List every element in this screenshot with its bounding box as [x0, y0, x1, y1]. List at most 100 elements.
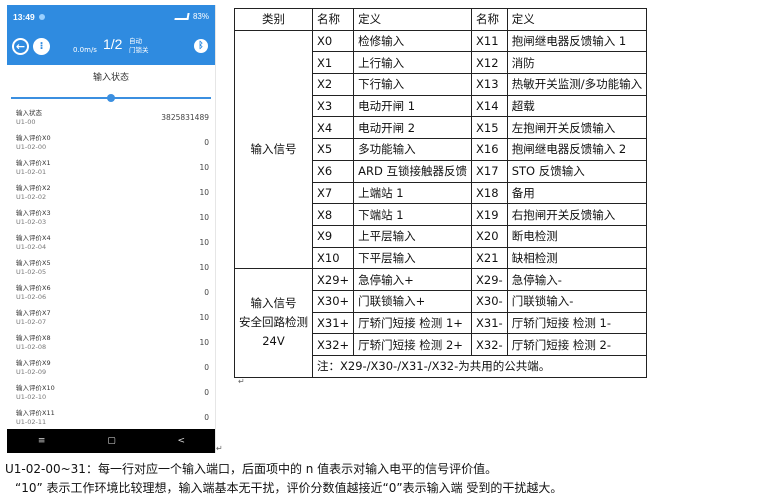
list-item[interactable]: 输入评价X2 U1-02-02 10: [7, 180, 215, 205]
floor-indicator: 1/2: [103, 36, 123, 52]
item-value: 10: [199, 213, 209, 222]
item-label: 输入评价X5: [16, 259, 51, 267]
item-value: 10: [199, 263, 209, 272]
slider-knob[interactable]: [107, 94, 115, 102]
list-item[interactable]: 输入评价X5 U1-02-05 10: [7, 255, 215, 280]
terminal-definition: 急停输入+: [353, 268, 473, 291]
status-time: 13:49: [13, 11, 35, 22]
terminal-name: X18: [471, 181, 508, 205]
terminal-definition: 抱闸继电器反馈输入 1: [506, 29, 648, 53]
item-label: 输入评价X0: [16, 134, 51, 142]
terminal-definition: 抱闸继电器反馈输入 2: [506, 138, 648, 161]
app-header: ← ⁝ 0.0m/s 1/2 自动 门锁关 ᛒ: [7, 28, 215, 65]
terminal-name: X19: [471, 203, 508, 226]
terminal-definition: 上平层输入: [353, 224, 473, 248]
item-value: 0: [204, 138, 209, 147]
terminal-name: X15: [471, 116, 508, 140]
item-code: U1-02-10: [16, 392, 47, 401]
item-label: 输入评价X3: [16, 209, 51, 217]
terminal-name: X2: [311, 73, 355, 96]
terminal-definition: 门联锁输入+: [353, 289, 473, 313]
paragraph-mark: ↵: [216, 444, 223, 453]
list-item[interactable]: 输入评价X0 U1-02-00 0: [7, 130, 215, 155]
item-label-group: 输入评价X9 U1-02-09: [16, 359, 51, 376]
mode-label: 自动: [129, 37, 142, 45]
table-row: 输入信号 安全回路检测 24V X29+ 急停输入+ X29- 急停输入-: [234, 268, 648, 378]
item-label-group: 输入评价X6 U1-02-06: [16, 284, 51, 301]
item-label: 输入评价X10: [16, 384, 55, 392]
category-label-line: 安全回路检测: [239, 315, 308, 330]
item-label-group: 输入状态 U1-00: [16, 109, 42, 126]
item-value: 10: [199, 188, 209, 197]
item-label-group: 输入评价X1 U1-02-01: [16, 159, 51, 176]
category-label-line: 24V: [262, 334, 285, 349]
list-item[interactable]: 输入评价X3 U1-02-03 10: [7, 205, 215, 230]
list-item[interactable]: 输入评价X7 U1-02-07 10: [7, 305, 215, 330]
list-item[interactable]: 输入评价X1 U1-02-01 10: [7, 155, 215, 180]
list-item[interactable]: 输入评价X4 U1-02-04 10: [7, 230, 215, 255]
list-item[interactable]: 输入状态 U1-00 3825831489: [7, 105, 215, 130]
list-item[interactable]: 输入评价X6 U1-02-06 0: [7, 280, 215, 305]
list-item[interactable]: 输入评价X8 U1-02-08 10: [7, 330, 215, 355]
item-code: U1-02-03: [16, 217, 47, 226]
status-list: 输入状态 U1-00 3825831489 输入评价X0 U1-02-00 0 输入评价X1…: [7, 105, 215, 430]
item-code: U1-02-04: [16, 242, 47, 251]
item-label-group: 输入评价X8 U1-02-08: [16, 334, 51, 351]
item-value: 0: [204, 413, 209, 422]
item-value: 0: [204, 363, 209, 372]
status-bar: 13:49 83%: [7, 5, 215, 28]
home-icon[interactable]: ▢: [107, 436, 116, 446]
terminal-definition: 门联锁输入-: [506, 289, 648, 313]
item-label: 输入评价X4: [16, 234, 51, 242]
terminal-name: X12: [471, 51, 508, 75]
list-item[interactable]: 输入评价X11 U1-02-11 0: [7, 405, 215, 430]
list-item[interactable]: 输入评价X10 U1-02-10 0: [7, 380, 215, 405]
page-slider[interactable]: [7, 91, 215, 105]
column-header: 名称: [471, 8, 508, 31]
terminal-name: X29+: [311, 268, 355, 291]
table-note: 注：X29-/X30-/X31-/X32-为共用的公共端。: [311, 355, 648, 378]
item-value: 10: [199, 313, 209, 322]
terminal-definition: 厅轿门短接 检测 2-: [506, 333, 648, 356]
terminal-name: X32-: [471, 333, 508, 356]
terminal-definition: 备用: [506, 181, 648, 205]
item-code: U1-02-02: [16, 192, 47, 201]
document-page: 13:49 83% ← ⁝ 0.0m/s 1/2 自动 门锁关 ᛒ 输入状态 输…: [0, 0, 774, 501]
terminal-definition: ARD 互锁接触器反馈: [353, 159, 473, 183]
item-value: 10: [199, 338, 209, 347]
item-label: 输入评价X6: [16, 284, 51, 292]
terminal-definition: 热敏开关监测/多功能输入: [506, 73, 648, 96]
terminal-name: X5: [311, 138, 355, 161]
page-title: 输入状态: [92, 73, 129, 83]
item-value: 0: [204, 288, 209, 297]
back-icon[interactable]: <: [178, 436, 186, 446]
terminal-definition: 右抱闸开关反馈输入: [506, 203, 648, 226]
terminal-definition: 消防: [506, 51, 648, 75]
terminal-name: X31-: [471, 311, 508, 335]
door-status: 门锁关: [129, 46, 149, 54]
list-item[interactable]: 输入评价X9 U1-02-09 0: [7, 355, 215, 380]
item-code: U1-02-01: [16, 167, 47, 176]
item-label-group: 输入评价X11 U1-02-11: [16, 409, 55, 426]
notification-icon: [38, 13, 45, 20]
terminal-name: X11: [471, 29, 508, 53]
bluetooth-icon[interactable]: ᛒ: [194, 39, 208, 53]
item-code: U1-02-00: [16, 142, 47, 151]
back-arrow-icon[interactable]: ←: [12, 38, 29, 55]
category-cell: 输入信号 安全回路检测 24V: [234, 268, 313, 378]
terminal-name: X9: [311, 224, 355, 248]
terminal-definition: 电动开闸 2: [353, 116, 473, 140]
battery-level: 83%: [192, 12, 209, 21]
terminal-name: X8: [311, 203, 355, 226]
item-label: 输入评价X1: [16, 159, 51, 167]
item-label: 输入评价X8: [16, 334, 51, 342]
menu-icon[interactable]: ≡: [38, 436, 46, 446]
terminal-name: X32+: [311, 333, 355, 356]
item-label: 输入评价X11: [16, 409, 55, 417]
item-value: 10: [199, 163, 209, 172]
menu-dots-icon[interactable]: ⁝: [33, 38, 50, 55]
terminal-name: X16: [471, 138, 508, 161]
item-code: U1-00: [16, 117, 36, 126]
elevator-speed: 0.0m/s: [73, 46, 97, 54]
terminal-definition: 急停输入-: [506, 268, 648, 291]
